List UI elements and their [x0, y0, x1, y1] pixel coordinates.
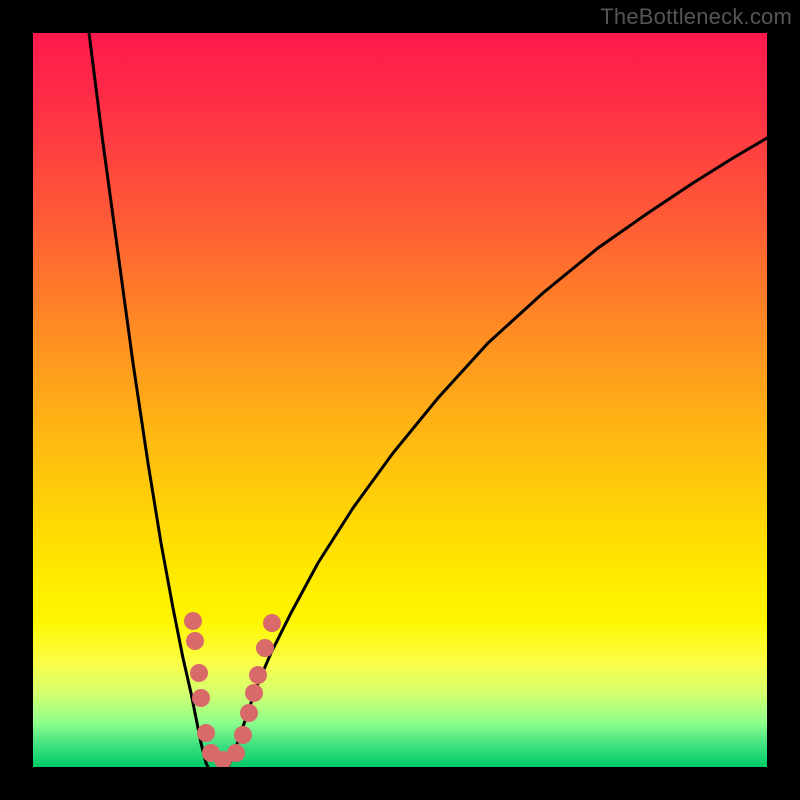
- sample-dot: [186, 632, 204, 650]
- sample-dot: [256, 639, 274, 657]
- sample-dot: [240, 704, 258, 722]
- sample-dot: [263, 614, 281, 632]
- curve-left-branch: [89, 33, 208, 767]
- sample-dot: [184, 612, 202, 630]
- sample-dot: [245, 684, 263, 702]
- plot-area: [33, 33, 767, 767]
- chart-frame: TheBottleneck.com: [0, 0, 800, 800]
- sample-dot: [192, 689, 210, 707]
- sample-dot: [249, 666, 267, 684]
- sample-dot: [227, 744, 245, 762]
- watermark-text: TheBottleneck.com: [600, 4, 792, 30]
- sample-dot: [197, 724, 215, 742]
- curve-right-branch: [228, 138, 767, 767]
- sample-dot: [190, 664, 208, 682]
- sample-dot: [234, 726, 252, 744]
- bottleneck-curve: [33, 33, 767, 767]
- sample-dots: [184, 612, 281, 767]
